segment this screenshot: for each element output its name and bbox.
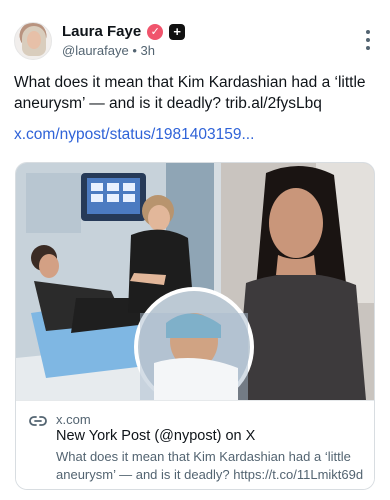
- card-title[interactable]: New York Post (@nypost) on X: [56, 428, 255, 444]
- post-text: What does it mean that Kim Kardashian ha…: [14, 74, 366, 112]
- card-description: What does it mean that Kim Kardashian ha…: [56, 449, 364, 482]
- check-badge-icon: ✓: [147, 23, 164, 40]
- meta-separator: •: [132, 43, 137, 58]
- more-options-icon[interactable]: [364, 30, 372, 50]
- post-link[interactable]: x.com/nypost/status/1981403159...: [14, 126, 376, 144]
- author-name[interactable]: Laura Faye: [62, 23, 141, 40]
- avatar-face: [27, 31, 41, 49]
- more-dot: [366, 38, 370, 42]
- more-dot: [366, 46, 370, 50]
- preview-image[interactable]: [16, 163, 374, 400]
- more-dot: [366, 30, 370, 34]
- link-preview-card[interactable]: x.com New York Post (@nypost) on X What …: [15, 162, 375, 490]
- author-meta: @laurafaye • 3h: [62, 43, 155, 58]
- author-avatar[interactable]: [14, 22, 52, 60]
- author-handle[interactable]: @laurafaye: [62, 43, 129, 58]
- post-time[interactable]: 3h: [141, 43, 155, 58]
- link-icon: [29, 416, 47, 426]
- post-header: Laura Faye ✓ + @laurafaye • 3h: [14, 22, 376, 62]
- author-name-row: Laura Faye ✓ +: [62, 23, 186, 40]
- card-domain: x.com: [56, 412, 91, 427]
- plus-square-icon[interactable]: +: [169, 23, 186, 40]
- preview-image-illustration: [16, 163, 374, 400]
- card-footer[interactable]: x.com New York Post (@nypost) on X What …: [16, 400, 374, 489]
